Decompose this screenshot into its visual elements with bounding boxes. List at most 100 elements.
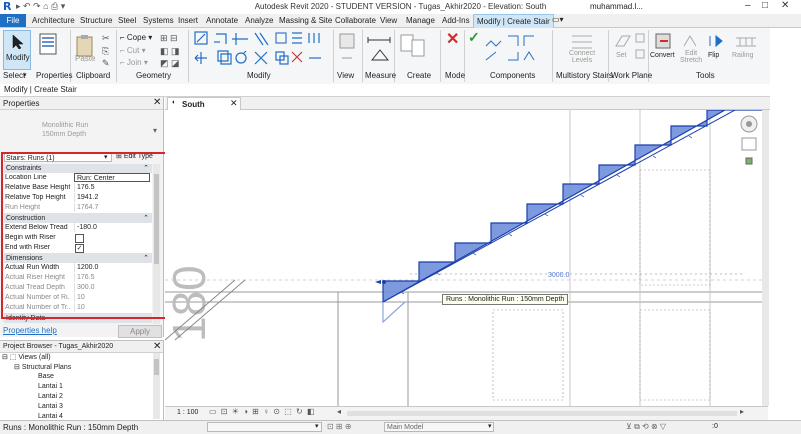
- tab-modify-create-stair[interactable]: Modify | Create Stair: [473, 14, 554, 28]
- edit-type-button[interactable]: ⊞ Edit Type: [116, 152, 153, 160]
- tree-lantai-1[interactable]: Lantai 1: [38, 383, 63, 390]
- tree-views-all[interactable]: ⊟ ⬚ Views (all): [2, 353, 51, 361]
- prop-end-with-riser[interactable]: End with Riser ✓: [4, 243, 152, 254]
- finish-edit-icon[interactable]: ✓: [468, 29, 480, 46]
- panel-tools: Tools: [696, 71, 715, 80]
- tree-lantai-4[interactable]: Lantai 4: [38, 413, 63, 420]
- tree-lantai-2[interactable]: Lantai 2: [38, 393, 63, 400]
- tab-annotate[interactable]: Annotate: [206, 16, 238, 25]
- railing-icon: [736, 37, 756, 47]
- browser-scrollbar[interactable]: [153, 353, 160, 419]
- close-view-icon[interactable]: ✕: [230, 98, 238, 109]
- group-identity-data[interactable]: Identity Data: [4, 314, 152, 323]
- tab-south-view[interactable]: ◐ South ✕: [167, 97, 241, 110]
- vertical-scrollbar[interactable]: [762, 110, 769, 406]
- minimize-icon[interactable]: –: [745, 0, 751, 11]
- components-tools[interactable]: [484, 32, 544, 66]
- paint-icon[interactable]: ◩ ◪: [160, 58, 180, 69]
- match-type-icon[interactable]: ✎: [102, 58, 110, 69]
- user-name[interactable]: muhammad.l...: [590, 2, 643, 11]
- cope-button[interactable]: ⌐ Cope ▾: [120, 33, 152, 42]
- drawing-canvas[interactable]: 180 3000.0 Runs : Monolithic Run : 150mm…: [165, 110, 768, 406]
- instance-filter-dropdown-icon[interactable]: ▾: [104, 153, 108, 161]
- view-tabs: ◐ South ✕: [165, 97, 770, 110]
- horizontal-scrollbar[interactable]: [347, 411, 737, 416]
- modify-tools[interactable]: [192, 30, 327, 70]
- type-properties-button[interactable]: [38, 32, 60, 66]
- maximize-icon[interactable]: □: [762, 0, 768, 11]
- tab-analyze[interactable]: Analyze: [245, 16, 273, 25]
- set-work-plane-button[interactable]: Set: [614, 32, 632, 68]
- properties-icon: [39, 33, 57, 55]
- tab-insert[interactable]: Insert: [178, 16, 198, 25]
- wall-joins-icon[interactable]: ⊞ ⊟: [160, 33, 178, 44]
- cursor-arrow-icon: [12, 34, 24, 50]
- group-dimensions[interactable]: Dimensions ⌃: [4, 254, 152, 263]
- convert-button[interactable]: Convert: [650, 32, 678, 68]
- scroll-left-icon[interactable]: ◂: [337, 407, 341, 416]
- navigation-bar: [738, 114, 760, 174]
- close-icon[interactable]: ✕: [781, 0, 789, 11]
- scroll-right-icon[interactable]: ▸: [740, 407, 744, 416]
- tab-massing-site[interactable]: Massing & Site: [279, 16, 332, 25]
- work-plane-small-icons[interactable]: [634, 32, 648, 64]
- tab-add-ins[interactable]: Add-Ins: [442, 16, 470, 25]
- tab-architecture[interactable]: Architecture: [32, 16, 75, 25]
- railing-button[interactable]: Railing: [732, 32, 760, 68]
- modify-button[interactable]: Modify: [3, 30, 31, 70]
- design-option-dropdown-icon[interactable]: ▾: [488, 422, 492, 430]
- begin-riser-checkbox[interactable]: [75, 234, 84, 243]
- paste-button[interactable]: Paste: [74, 34, 96, 64]
- create-icon[interactable]: [398, 32, 428, 66]
- cut-button[interactable]: ⌐ Cut ▾: [120, 46, 146, 55]
- copy-icon[interactable]: ⎘: [102, 46, 109, 57]
- tab-structure[interactable]: Structure: [80, 16, 112, 25]
- view-control-icons[interactable]: ▭ ⊡ ☀ ◑ ⊞ ♀ ⊙ ⬚ ↻ ◧: [209, 407, 316, 416]
- panel-select[interactable]: Select: [3, 71, 25, 80]
- tab-collaborate[interactable]: Collaborate: [335, 16, 376, 25]
- view-tool-icon[interactable]: [337, 32, 361, 66]
- status-worksets-icon[interactable]: ⊡ ⊞ ⊕: [327, 422, 352, 431]
- close-properties-icon[interactable]: ✕: [153, 97, 161, 108]
- tab-systems[interactable]: Systems: [143, 16, 174, 25]
- workset-select[interactable]: [207, 422, 322, 432]
- edit-stretch-button[interactable]: Edit Stretch: [680, 32, 702, 68]
- close-browser-icon[interactable]: ✕: [153, 341, 161, 352]
- ribbon-options-icon[interactable]: ▭▾: [552, 15, 564, 24]
- group-constraints[interactable]: Constraints ⌃: [4, 164, 152, 173]
- join-button[interactable]: ⌐ Join ▾: [120, 58, 148, 67]
- apply-button[interactable]: Apply: [118, 325, 162, 338]
- status-bar: Runs : Monolithic Run : 150mm Depth ▾ ⊡ …: [0, 420, 801, 434]
- tree-lantai-3[interactable]: Lantai 3: [38, 403, 63, 410]
- properties-scrollbar[interactable]: [153, 164, 160, 324]
- measure-icon[interactable]: [366, 32, 396, 66]
- tree-base[interactable]: Base: [38, 373, 54, 380]
- dim-value: 3000.0: [548, 272, 570, 279]
- stair-support: [382, 301, 406, 324]
- panel-measure: Measure: [365, 71, 397, 80]
- design-option-select[interactable]: Main Model: [384, 422, 494, 432]
- tree-structural-plans[interactable]: ⊟ Structural Plans: [14, 363, 71, 371]
- workset-dropdown-icon[interactable]: ▾: [315, 422, 319, 430]
- tab-file[interactable]: File: [0, 14, 26, 27]
- select-dropdown-icon[interactable]: ▾: [23, 71, 27, 79]
- type-selector[interactable]: Monolithic Run 150mm Depth ▾: [0, 110, 163, 152]
- group-construction[interactable]: Construction ⌃: [4, 214, 152, 223]
- end-riser-checkbox[interactable]: ✓: [75, 244, 84, 253]
- cancel-edit-icon[interactable]: ✕: [446, 29, 459, 49]
- type-dropdown-icon[interactable]: ▾: [153, 126, 157, 135]
- arrow-grip: [375, 280, 381, 284]
- split-face-icon[interactable]: ◧ ◨: [160, 46, 180, 57]
- connect-levels-button[interactable]: Connect Levels: [566, 32, 598, 70]
- filter-icon[interactable]: ⊻ ⧉ ⟲ ⊗ ▽: [626, 422, 666, 432]
- panel-geometry: Geometry: [136, 71, 172, 80]
- view-scale[interactable]: 1 : 100: [177, 409, 198, 416]
- flip-button[interactable]: Flip: [706, 32, 726, 68]
- cut-clipboard-icon[interactable]: ✂: [102, 33, 110, 44]
- prop-actual-number-treads: Actual Number of Tr... 10: [4, 303, 152, 314]
- tab-steel[interactable]: Steel: [118, 16, 136, 25]
- tab-view[interactable]: View: [380, 16, 397, 25]
- properties-help-link[interactable]: Properties help: [3, 326, 57, 335]
- instance-filter-select[interactable]: Stairs: Runs (1): [4, 153, 112, 162]
- tab-manage[interactable]: Manage: [406, 16, 435, 25]
